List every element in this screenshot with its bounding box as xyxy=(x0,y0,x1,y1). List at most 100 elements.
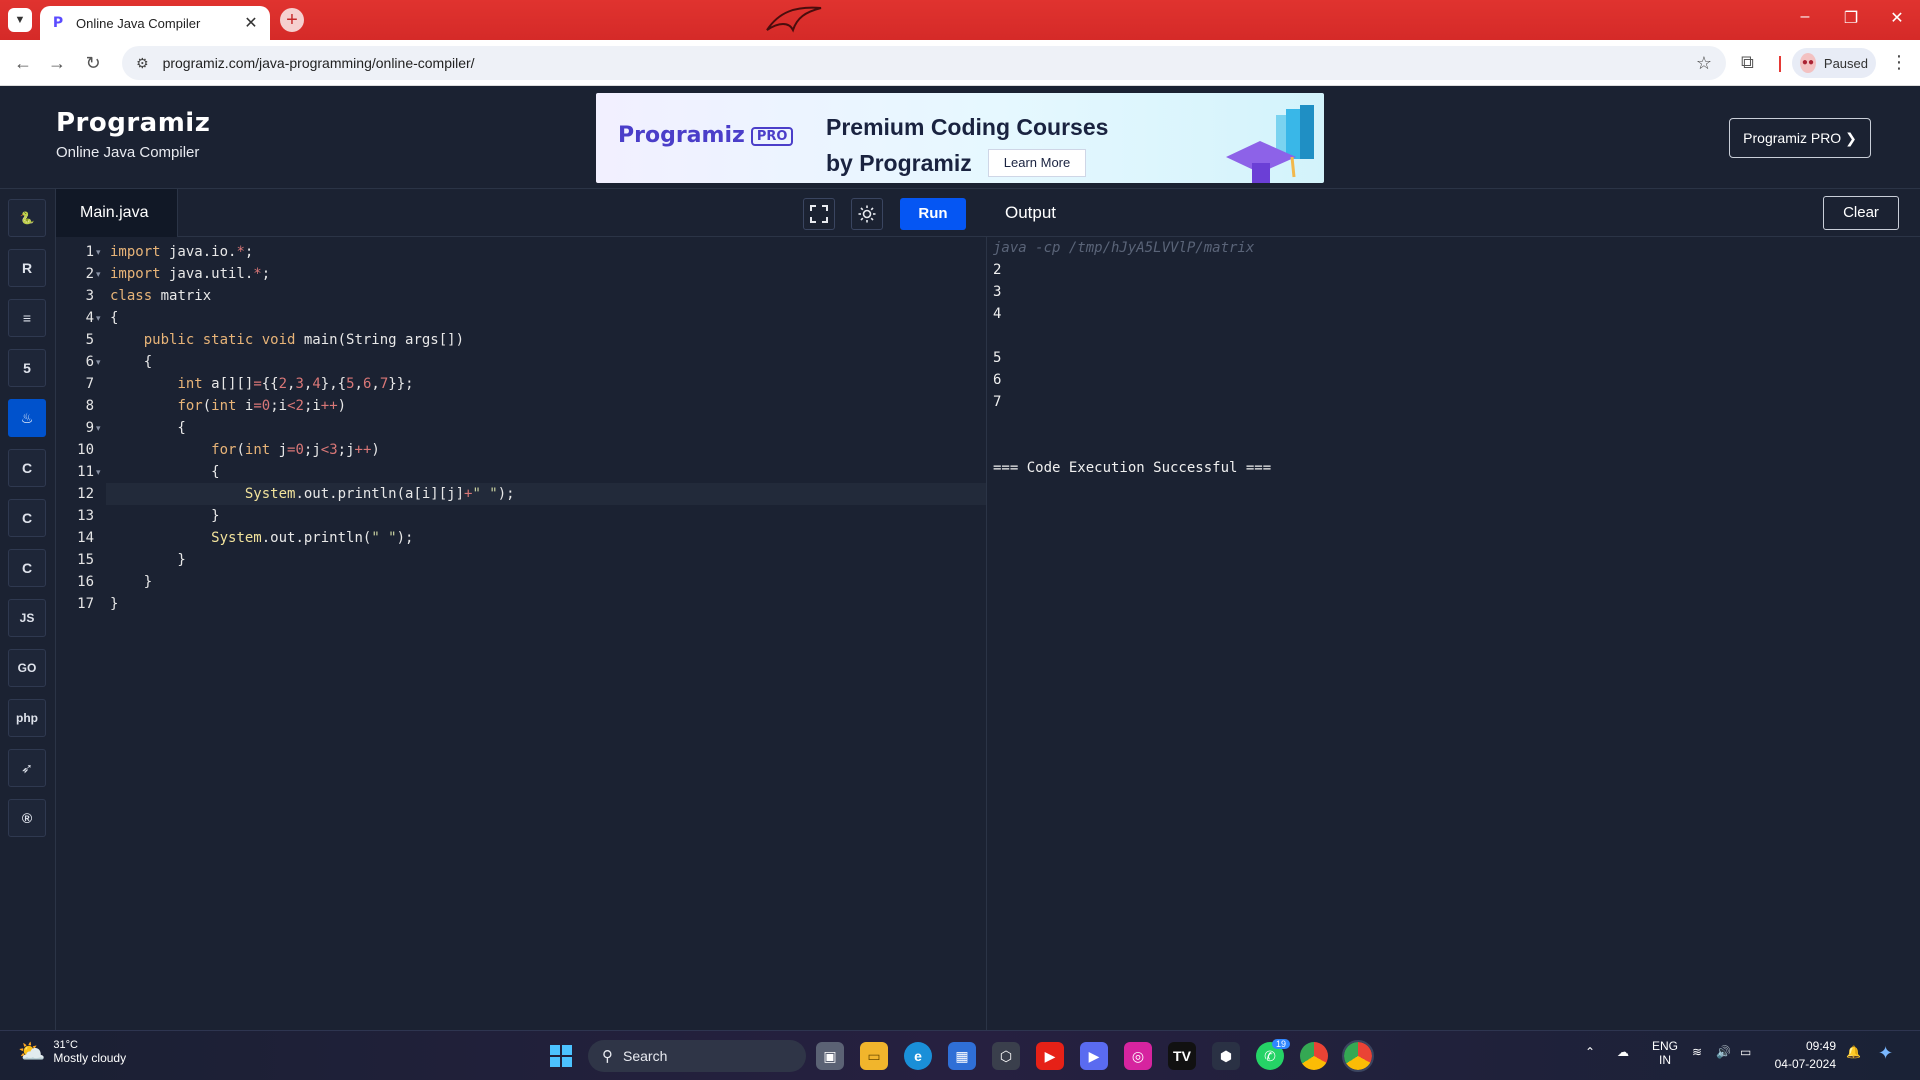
app-hexagon-icon[interactable]: ⬡ xyxy=(992,1042,1020,1070)
code-line[interactable]: for(int i=0;i<2;i++) xyxy=(106,395,986,417)
back-arrow-icon[interactable]: ← xyxy=(10,50,36,76)
line-number: 16 xyxy=(77,574,94,590)
output-console[interactable]: java -cp /tmp/hJyA5LVVlP/matrix 2 3 4 5 6 7 ==… xyxy=(987,237,1920,1030)
file-explorer-icon[interactable]: ▭ xyxy=(860,1042,888,1070)
tab-search-chevron-icon[interactable]: ▼ xyxy=(8,8,32,32)
code-token: .out.println(a[i][j] xyxy=(295,486,465,502)
code-line[interactable]: public static void main(String args[]) xyxy=(106,329,986,351)
browser-menu-icon[interactable]: ⋮ xyxy=(1890,52,1908,73)
code-area[interactable]: import java.io.*; import java.util.*; clas… xyxy=(106,237,986,1030)
cpp-icon[interactable]: C xyxy=(8,499,46,537)
minimize-window-icon[interactable]: – xyxy=(1790,8,1820,26)
restore-window-icon[interactable]: ❐ xyxy=(1836,8,1866,28)
network-status-icon[interactable]: ☁ xyxy=(1617,1045,1629,1059)
html5-icon[interactable]: 5 xyxy=(8,349,46,387)
language-indicator[interactable]: ENG IN xyxy=(1650,1039,1680,1067)
code-token: class xyxy=(110,288,153,304)
output-line: 4 xyxy=(993,306,1002,322)
line-number: 1 xyxy=(85,244,94,260)
reload-icon[interactable]: ↻ xyxy=(80,50,106,76)
code-line[interactable]: { xyxy=(106,307,986,329)
code-token: " " xyxy=(472,486,498,502)
code-line[interactable]: { xyxy=(106,351,986,373)
3d-box-icon[interactable]: ⬢ xyxy=(1212,1042,1240,1070)
fold-toggle-icon[interactable]: ▾ xyxy=(96,351,101,373)
edge-browser-icon[interactable]: e xyxy=(904,1042,932,1070)
javascript-icon[interactable]: JS xyxy=(8,599,46,637)
learn-more-button[interactable]: Learn More xyxy=(988,149,1086,177)
code-line[interactable]: } xyxy=(106,571,986,593)
code-line[interactable]: System.out.println(" "); xyxy=(106,527,986,549)
run-button[interactable]: Run xyxy=(900,198,966,230)
clear-output-button[interactable]: Clear xyxy=(1823,196,1899,230)
file-tab-main-java[interactable]: Main.java xyxy=(56,189,178,237)
sql-database-icon[interactable]: ≡ xyxy=(8,299,46,337)
browser-tab[interactable]: P Online Java Compiler ✕ xyxy=(40,6,270,40)
code-line[interactable]: import java.util.*; xyxy=(106,263,986,285)
close-tab-icon[interactable]: ✕ xyxy=(242,13,260,33)
forward-arrow-icon[interactable]: → xyxy=(44,50,70,76)
code-line[interactable]: System.out.println(a[i][j]+" "); xyxy=(106,483,986,505)
fold-toggle-icon[interactable]: ▾ xyxy=(96,241,101,263)
youtube-icon[interactable]: ▶ xyxy=(1036,1042,1064,1070)
swift-icon[interactable]: ➶ xyxy=(8,749,46,787)
c-icon[interactable]: C xyxy=(8,449,46,487)
code-line[interactable]: } xyxy=(106,593,986,615)
java-icon[interactable]: ♨ xyxy=(8,399,46,437)
promo-banner[interactable]: Programiz PRO Premium Coding Courses by P… xyxy=(596,93,1324,183)
site-settings-icon[interactable]: ⚙ xyxy=(136,55,149,72)
line-number: 10 xyxy=(77,442,94,458)
battery-icon[interactable]: ▭ xyxy=(1740,1045,1751,1059)
python-icon[interactable]: 🐍 xyxy=(8,199,46,237)
notifications-bell-icon[interactable]: 🔔 xyxy=(1846,1045,1861,1059)
output-header: Output Clear xyxy=(987,189,1920,237)
csharp-icon[interactable]: C xyxy=(8,549,46,587)
code-line[interactable]: { xyxy=(106,461,986,483)
chrome-icon[interactable] xyxy=(1300,1042,1328,1070)
fold-toggle-icon[interactable]: ▾ xyxy=(96,307,101,329)
bookmark-star-icon[interactable]: ☆ xyxy=(1696,53,1712,74)
taskbar-clock[interactable]: 09:49 04-07-2024 xyxy=(1768,1037,1836,1073)
code-line[interactable]: } xyxy=(106,505,986,527)
code-line[interactable]: for(int j=0;j<3;j++) xyxy=(106,439,986,461)
code-line[interactable]: } xyxy=(106,549,986,571)
copilot-icon[interactable]: ✦ xyxy=(1878,1043,1893,1064)
fold-toggle-icon[interactable]: ▾ xyxy=(96,417,101,439)
code-token: 0 xyxy=(295,442,304,458)
code-token: ++ xyxy=(354,442,372,458)
volume-icon[interactable]: 🔊 xyxy=(1716,1045,1731,1059)
wifi-icon[interactable]: ≋ xyxy=(1692,1045,1702,1059)
programiz-pro-button[interactable]: Programiz PRO ❯ xyxy=(1729,118,1871,158)
rust-icon[interactable]: ® xyxy=(8,799,46,837)
tradingview-icon[interactable]: TV xyxy=(1168,1042,1196,1070)
code-line[interactable]: class matrix xyxy=(106,285,986,307)
code-line[interactable]: { xyxy=(106,417,986,439)
php-icon[interactable]: php xyxy=(8,699,46,737)
r-icon[interactable]: R xyxy=(8,249,46,287)
fullscreen-icon[interactable] xyxy=(803,198,835,230)
task-view-icon[interactable]: ▣ xyxy=(816,1042,844,1070)
code-token: = xyxy=(253,376,262,392)
theme-toggle-sun-icon[interactable] xyxy=(851,198,883,230)
taskbar-search[interactable]: ⚲ Search xyxy=(588,1040,806,1072)
close-window-icon[interactable]: ✕ xyxy=(1882,8,1912,28)
windows-start-icon[interactable] xyxy=(550,1045,572,1067)
prime-video-icon[interactable]: ▶ xyxy=(1080,1042,1108,1070)
microsoft-store-icon[interactable]: ▦ xyxy=(948,1042,976,1070)
show-hidden-icons-chevron-icon[interactable]: ⌃ xyxy=(1585,1045,1595,1059)
code-line[interactable]: int a[][]={{2,3,4},{5,6,7}}; xyxy=(106,373,986,395)
fold-toggle-icon[interactable]: ▾ xyxy=(96,263,101,285)
go-icon[interactable]: GO xyxy=(8,649,46,687)
new-tab-plus-icon[interactable]: + xyxy=(280,8,304,32)
code-editor[interactable]: 1 ▾ 2 ▾ 3 4 ▾ 5 6 ▾ 7 8 9 ▾ 10 11 ▾ 12 13 14 15 16 17 import j… xyxy=(56,237,987,1030)
weather-widget[interactable]: ⛅ 31°C Mostly cloudy xyxy=(18,1039,126,1065)
instagram-icon[interactable]: ◎ xyxy=(1124,1042,1152,1070)
extensions-puzzle-icon[interactable]: ⧉ xyxy=(1741,52,1754,73)
chrome-profile-icon[interactable] xyxy=(1342,1040,1374,1072)
profile-button[interactable]: ●● Paused xyxy=(1792,48,1876,78)
url-text[interactable]: programiz.com/java-programming/online-co… xyxy=(163,55,1696,71)
fold-toggle-icon[interactable]: ▾ xyxy=(96,461,101,483)
programiz-brand[interactable]: Programiz Online Java Compiler xyxy=(56,108,210,161)
code-line[interactable]: import java.io.*; xyxy=(106,241,986,263)
address-bar[interactable]: ⚙ programiz.com/java-programming/online-… xyxy=(122,46,1726,80)
